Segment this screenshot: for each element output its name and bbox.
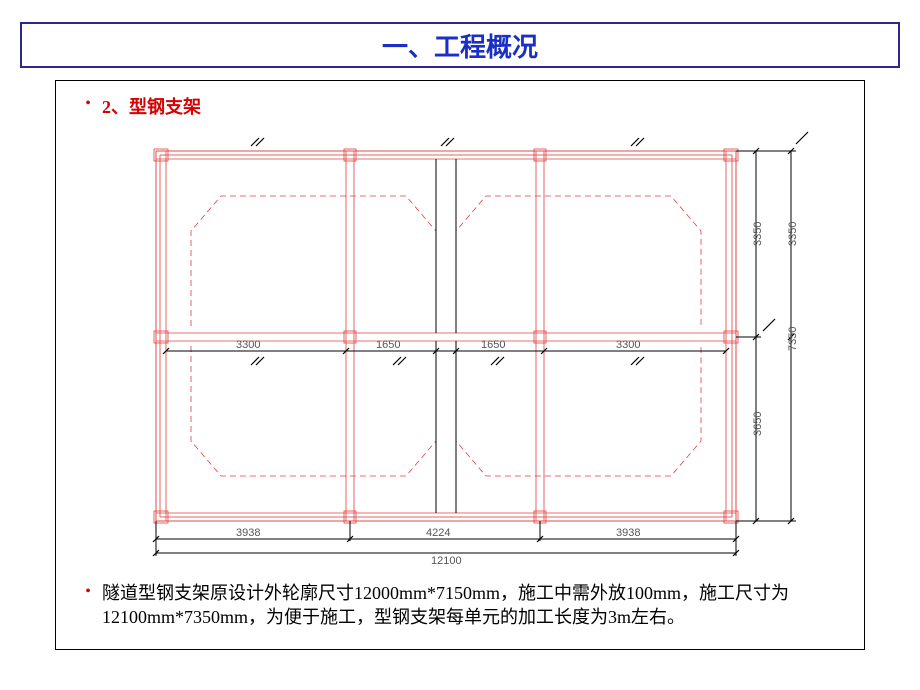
dim-right-bot: 3650 <box>752 412 764 436</box>
dim-bot-left: 3938 <box>236 527 260 539</box>
dim-far-right-top: 3350 <box>787 222 799 246</box>
dim-bot-mid: 4224 <box>426 527 450 539</box>
dim-mid-b: 1650 <box>376 339 400 351</box>
dim-right-top: 3350 <box>752 222 764 246</box>
dim-total-width: 12100 <box>431 555 462 567</box>
subtitle-text: 2、型钢支架 <box>102 93 201 119</box>
body-row: • 隧道型钢支架原设计外轮廓尺寸12000mm*7150mm，施工中需外放100… <box>74 581 844 629</box>
page-title: 一、工程概况 <box>382 27 538 64</box>
dim-far-right-total: 7350 <box>787 327 799 351</box>
title-bar: 一、工程概况 <box>20 22 900 68</box>
content-frame: • 2、型钢支架 <box>55 80 865 650</box>
subtitle-row: • 2、型钢支架 <box>74 93 201 119</box>
dim-mid-c: 1650 <box>481 339 505 351</box>
dim-bot-right: 3938 <box>616 527 640 539</box>
bullet-icon: • <box>74 581 102 603</box>
dim-mid-a: 3300 <box>236 339 260 351</box>
bullet-icon: • <box>74 93 102 115</box>
steel-bracket-diagram: 3300 1650 1650 3300 3938 4224 3938 12100… <box>136 121 836 571</box>
body-text: 隧道型钢支架原设计外轮廓尺寸12000mm*7150mm，施工中需外放100mm… <box>102 581 844 629</box>
dim-mid-d: 3300 <box>616 339 640 351</box>
